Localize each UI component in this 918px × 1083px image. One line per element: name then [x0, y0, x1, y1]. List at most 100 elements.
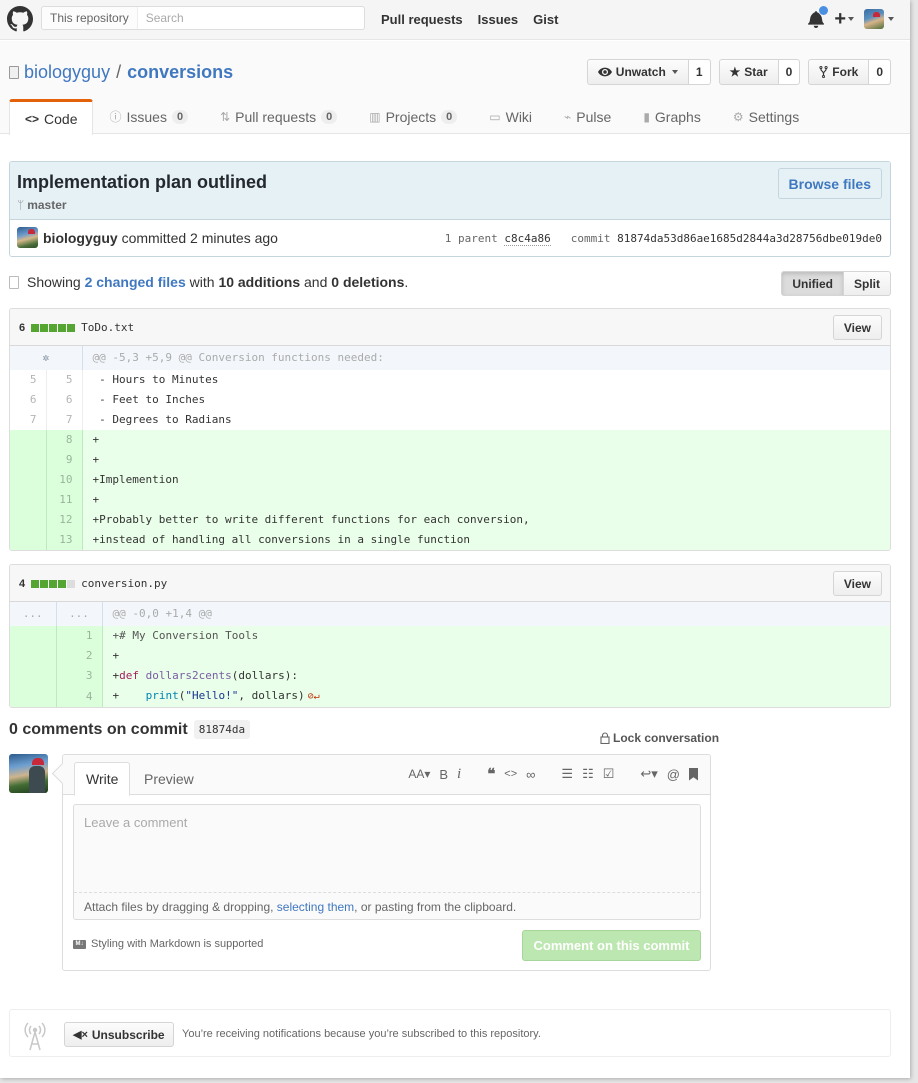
bookmark-icon[interactable] [689, 767, 698, 781]
lock-conversation-label: Lock conversation [613, 731, 720, 745]
nav-issues[interactable]: Issues [478, 12, 518, 27]
page: This repository Pull requests Issues Gis… [0, 0, 910, 1078]
comment-submit-button[interactable]: Comment on this commit [522, 930, 701, 961]
old-line-number[interactable] [10, 686, 57, 707]
author-name[interactable]: biologyguy [43, 230, 118, 246]
preview-tab[interactable]: Preview [133, 762, 205, 796]
new-line-number[interactable]: 11 [46, 490, 83, 510]
new-line-number[interactable]: 4 [56, 686, 103, 707]
github-logo-icon[interactable] [7, 6, 33, 32]
new-line-number[interactable]: 2 [56, 646, 103, 666]
italic-icon[interactable]: i [457, 766, 461, 783]
tab-pull-requests[interactable]: ⇅ Pull requests 0 [204, 99, 353, 134]
new-line-number[interactable]: 13 [46, 530, 83, 550]
star-label: Star [744, 65, 768, 79]
watch-count[interactable]: 1 [688, 59, 711, 85]
parent-sha-link[interactable]: c8c4a86 [504, 232, 551, 246]
create-new-button[interactable]: + [834, 8, 854, 30]
commenter-avatar[interactable] [9, 754, 48, 793]
function-name-token: dollars2cents [139, 669, 232, 682]
keyword-token: def [119, 669, 139, 682]
old-line-number[interactable] [10, 510, 47, 530]
new-line-number[interactable]: 5 [46, 370, 83, 390]
diffstat-block-added [40, 579, 49, 588]
new-line-number[interactable]: 6 [46, 390, 83, 410]
old-line-number[interactable] [10, 470, 47, 490]
tab-settings[interactable]: ⚙ Settings [717, 99, 815, 134]
text-size-icon[interactable]: AA▾ [408, 767, 430, 781]
hunk-header-row: ... ... @@ -0,0 +1,4 @@ [10, 602, 890, 626]
file-header: 4 conversion.py View [10, 565, 890, 602]
line-code: +Implemention [82, 470, 890, 490]
old-line-number[interactable] [10, 430, 47, 450]
new-line-number[interactable]: 12 [46, 510, 83, 530]
mention-icon[interactable]: @ [667, 767, 680, 782]
ordered-list-icon[interactable]: ☷ [582, 766, 594, 782]
line-code: + [82, 450, 890, 470]
bold-icon[interactable]: B [439, 767, 448, 782]
old-line-number[interactable]: 7 [10, 410, 47, 430]
old-line-number[interactable]: 5 [10, 370, 47, 390]
tab-projects[interactable]: ▥ Projects 0 [353, 99, 473, 134]
split-button[interactable]: Split [844, 271, 891, 296]
browse-files-button[interactable]: Browse files [777, 168, 882, 199]
unwatch-button[interactable]: Unwatch [586, 59, 689, 85]
nav-gist[interactable]: Gist [533, 12, 558, 27]
author-avatar[interactable] [17, 227, 38, 248]
branch-name[interactable]: master [27, 198, 66, 212]
tab-issues[interactable]: ⓘ Issues 0 [93, 99, 204, 134]
plus-icon: + [834, 8, 846, 30]
star-count[interactable]: 0 [778, 59, 801, 85]
unsubscribe-button[interactable]: ◀× Unsubscribe [64, 1022, 174, 1047]
issue-opened-icon: ⓘ [109, 110, 122, 124]
new-line-number[interactable]: 9 [46, 450, 83, 470]
file-name[interactable]: ToDo.txt [81, 321, 134, 334]
hunk-header: @@ -5,3 +5,9 @@ Conversion functions nee… [82, 346, 890, 370]
repo-name-link[interactable]: conversions [127, 62, 233, 83]
file-name[interactable]: conversion.py [81, 577, 167, 590]
new-line-number[interactable]: 1 [56, 626, 103, 646]
old-line-number[interactable] [10, 626, 57, 646]
old-line-number[interactable] [10, 530, 47, 550]
line-code: + [102, 646, 890, 666]
new-line-number[interactable]: 10 [46, 470, 83, 490]
commit-title-area: Implementation plan outlined ᛘ master Br… [10, 162, 890, 220]
quote-icon[interactable]: ❝ [487, 765, 495, 783]
old-line-number[interactable] [10, 666, 57, 686]
unified-button[interactable]: Unified [781, 271, 844, 296]
markdown-note[interactable]: M↓ Styling with Markdown is supported [73, 938, 263, 950]
code-icon[interactable]: <> [504, 768, 517, 780]
tab-graphs[interactable]: ▮ Graphs [627, 99, 717, 134]
nav-pull-requests[interactable]: Pull requests [381, 12, 463, 27]
old-line-number[interactable]: 6 [10, 390, 47, 410]
repo-owner-link[interactable]: biologyguy [24, 62, 110, 83]
notifications-button[interactable] [808, 6, 829, 28]
link-icon[interactable]: ∞ [526, 767, 535, 782]
deletions-count: 0 deletions [331, 274, 405, 290]
star-button[interactable]: ★ Star [718, 59, 779, 85]
tab-pulse[interactable]: ⌁ Pulse [548, 99, 627, 134]
new-line-number[interactable]: 8 [46, 430, 83, 450]
lock-conversation-button[interactable]: Lock conversation [600, 731, 719, 745]
view-file-button[interactable]: View [832, 571, 882, 596]
tab-code[interactable]: <> Code [9, 99, 94, 135]
old-line-number[interactable] [10, 490, 47, 510]
search-input[interactable] [137, 7, 364, 29]
expand-icon[interactable]: ✲ [10, 346, 83, 370]
write-tab[interactable]: Write [74, 762, 131, 796]
user-avatar-button[interactable] [864, 9, 894, 29]
select-files-link[interactable]: selecting them [277, 900, 354, 914]
tab-wiki[interactable]: ▭ Wiki [473, 99, 548, 134]
view-file-button[interactable]: View [832, 315, 882, 340]
fork-count[interactable]: 0 [869, 59, 891, 85]
fork-button[interactable]: Fork [808, 59, 870, 85]
old-line-number[interactable] [10, 450, 47, 470]
reply-icon[interactable]: ↩▾ [640, 766, 657, 782]
changed-files-link[interactable]: 2 changed files [85, 274, 186, 290]
unordered-list-icon[interactable]: ☰ [561, 766, 573, 782]
new-line-number[interactable]: 3 [56, 666, 103, 686]
old-line-number[interactable] [10, 646, 57, 666]
comment-textarea[interactable] [74, 805, 700, 893]
new-line-number[interactable]: 7 [46, 410, 83, 430]
task-list-icon[interactable]: ☑ [603, 766, 615, 782]
